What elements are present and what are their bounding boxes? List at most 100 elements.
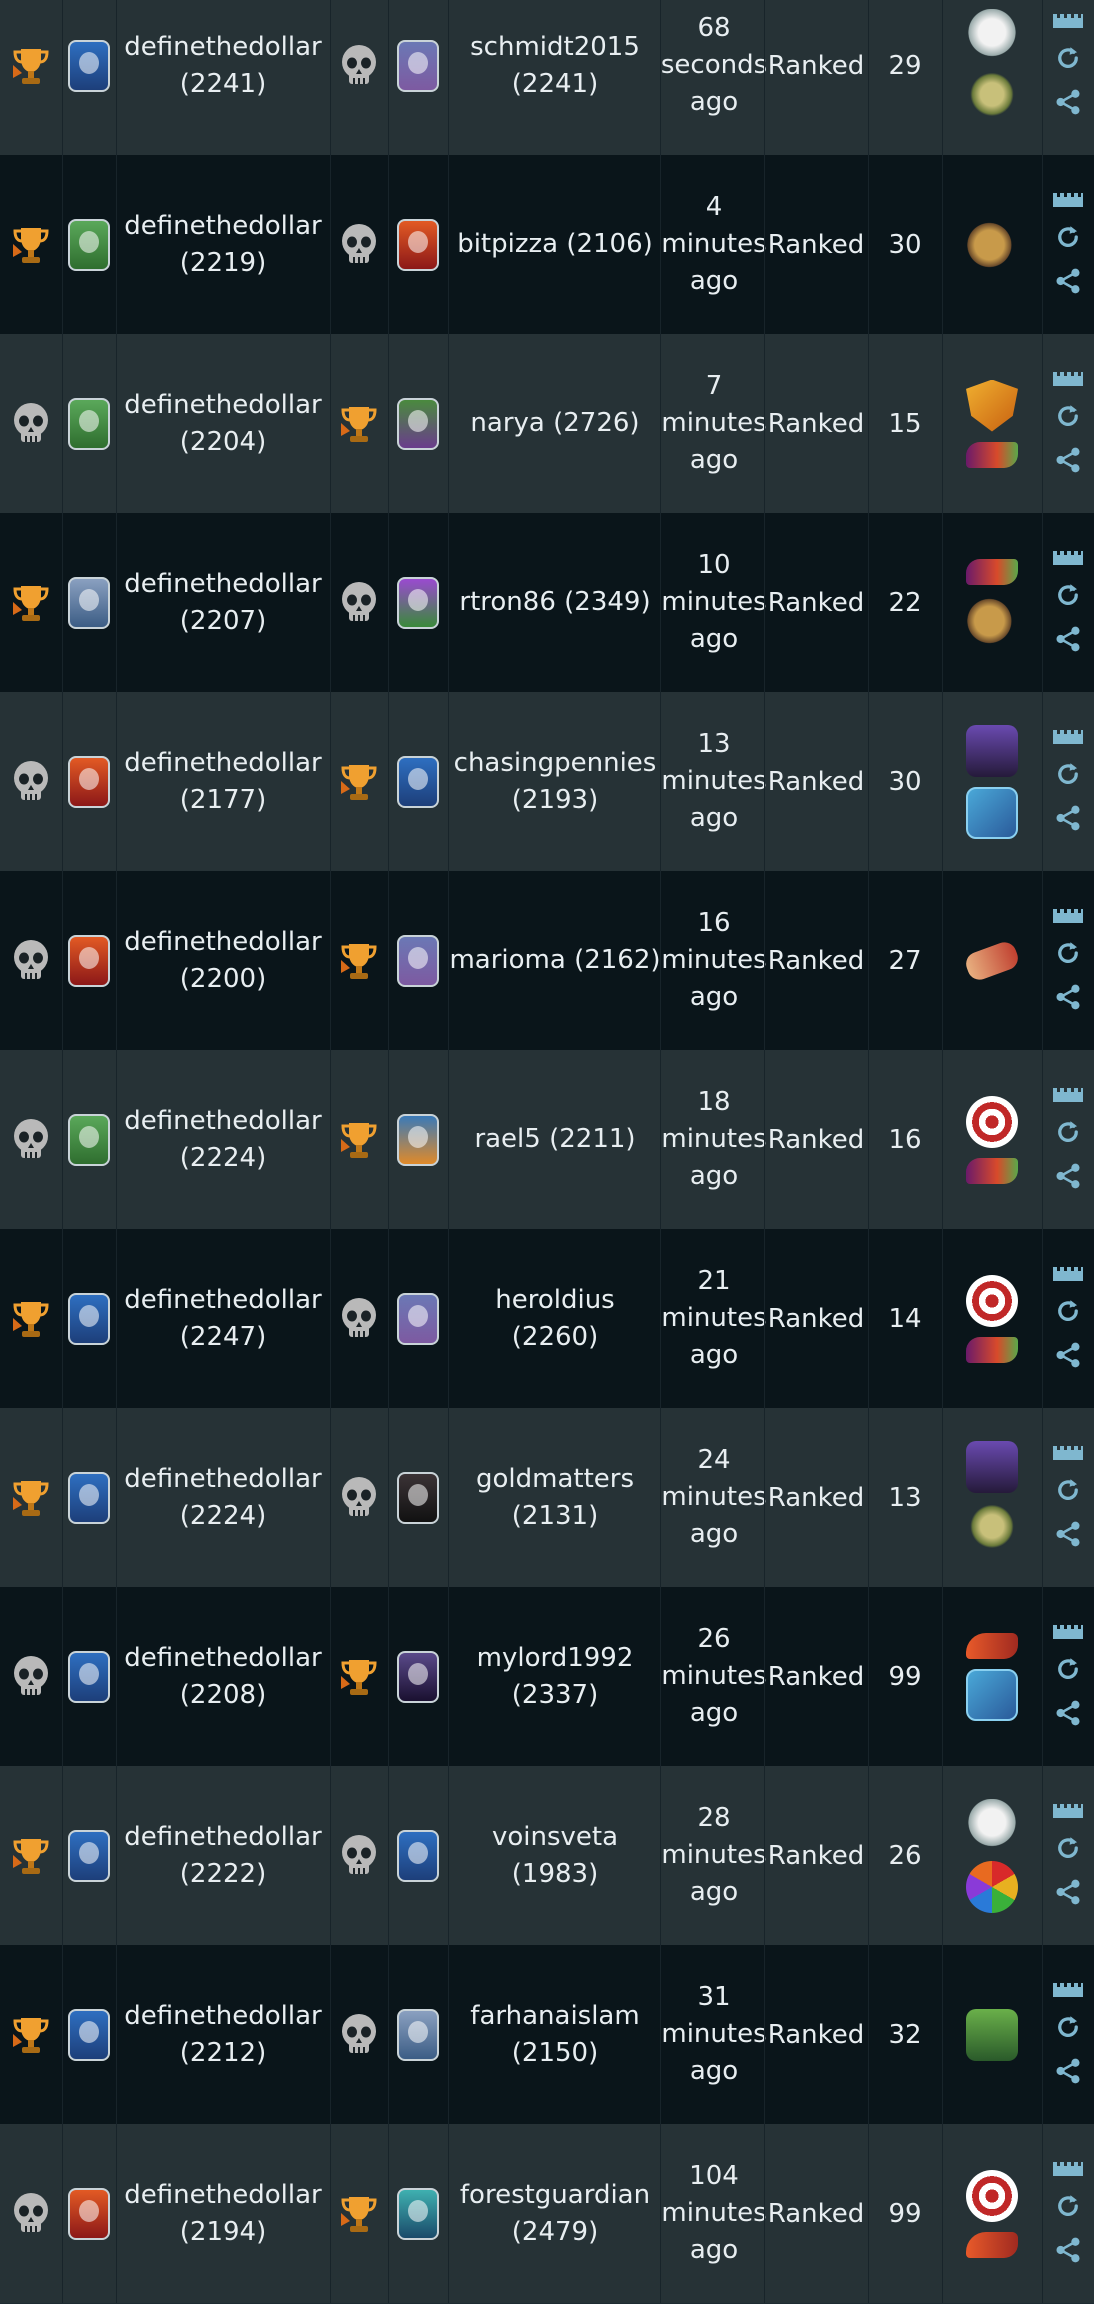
player1-name-text[interactable]: definethedollar (2200): [116, 924, 330, 998]
player2-name[interactable]: rael5 (2211): [448, 1050, 662, 1229]
shoe-icon[interactable]: [966, 2231, 1018, 2258]
replay-icon[interactable]: [1051, 581, 1085, 613]
hood-icon[interactable]: [966, 1440, 1018, 1493]
snail-icon[interactable]: [966, 558, 1018, 585]
player1-avatar[interactable]: [62, 1587, 116, 1766]
player1-name-text[interactable]: definethedollar (2224): [116, 1103, 330, 1177]
castle-icon[interactable]: [1051, 1265, 1085, 1285]
wizard-avatar[interactable]: [397, 1829, 439, 1882]
player2-avatar[interactable]: [388, 2124, 448, 2303]
player2-avatar[interactable]: [388, 692, 448, 871]
crit-avatar[interactable]: [397, 576, 439, 629]
share-icon[interactable]: [1051, 88, 1085, 120]
castle-icon[interactable]: [1051, 1623, 1085, 1643]
player2-avatar[interactable]: [388, 334, 448, 513]
player1-name-text[interactable]: definethedollar (2177): [116, 745, 330, 819]
player2-name-text[interactable]: forestguardian (2479): [448, 2177, 662, 2251]
snail-icon[interactable]: [966, 1336, 1018, 1363]
battle-row[interactable]: definethedollar (2177) chasingpennies (21…: [0, 692, 1094, 872]
player2-avatar[interactable]: [388, 1945, 448, 2124]
player2-name-text[interactable]: bitpizza (2106): [457, 226, 653, 263]
player1-name[interactable]: definethedollar (2219): [116, 155, 330, 334]
player1-avatar[interactable]: [62, 1408, 116, 1587]
castle-icon[interactable]: [1051, 1086, 1085, 1106]
player2-name[interactable]: bitpizza (2106): [448, 155, 662, 334]
share-icon[interactable]: [1051, 804, 1085, 836]
goblin-avatar[interactable]: [397, 397, 439, 450]
dragon-avatar[interactable]: [68, 2187, 110, 2240]
player1-avatar[interactable]: [62, 0, 116, 155]
castle-icon[interactable]: [1051, 2160, 1085, 2180]
castle-icon[interactable]: [1051, 1444, 1085, 1464]
dark-avatar[interactable]: [397, 1471, 439, 1524]
player2-name[interactable]: rtron86 (2349): [448, 513, 662, 692]
cards-icon[interactable]: [966, 786, 1018, 839]
player2-name-text[interactable]: goldmatters (2131): [448, 1461, 662, 1535]
wizard-avatar[interactable]: [68, 1292, 110, 1345]
player2-name[interactable]: heroldius (2260): [448, 1229, 662, 1408]
player2-name-text[interactable]: rtron86 (2349): [459, 584, 650, 621]
battle-row[interactable]: definethedollar (2200) marioma (2162) 16 mi…: [0, 871, 1094, 1051]
orc-icon[interactable]: [966, 2008, 1018, 2061]
replay-icon[interactable]: [1051, 44, 1085, 76]
replay-icon[interactable]: [1051, 1655, 1085, 1687]
player2-avatar[interactable]: [388, 1766, 448, 1945]
player2-avatar[interactable]: [388, 513, 448, 692]
player1-avatar[interactable]: [62, 334, 116, 513]
water-avatar[interactable]: [397, 2187, 439, 2240]
replay-icon[interactable]: [1051, 1118, 1085, 1150]
castle-icon[interactable]: [1051, 370, 1085, 390]
player1-avatar[interactable]: [62, 2124, 116, 2303]
player1-name[interactable]: definethedollar (2200): [116, 871, 330, 1050]
shoe-icon[interactable]: [966, 1632, 1018, 1659]
player2-name-text[interactable]: narya (2726): [470, 405, 639, 442]
dragon-avatar[interactable]: [68, 934, 110, 987]
player2-avatar[interactable]: [388, 1050, 448, 1229]
player2-name-text[interactable]: schmidt2015 (2241): [448, 29, 662, 103]
player1-name-text[interactable]: definethedollar (2207): [116, 566, 330, 640]
player1-name-text[interactable]: definethedollar (2208): [116, 1640, 330, 1714]
battle-row[interactable]: definethedollar (2224) goldmatters (2131)…: [0, 1408, 1094, 1588]
goblin-icon[interactable]: [966, 70, 1018, 123]
snail-icon[interactable]: [966, 441, 1018, 468]
knight-avatar[interactable]: [397, 39, 439, 92]
player2-name[interactable]: forestguardian (2479): [448, 2124, 662, 2303]
share-icon[interactable]: [1051, 1878, 1085, 1910]
battle-row[interactable]: definethedollar (2208) mylord1992 (2337) 2…: [0, 1587, 1094, 1767]
replay-icon[interactable]: [1051, 939, 1085, 971]
golem-avatar[interactable]: [397, 1113, 439, 1166]
share-icon[interactable]: [1051, 267, 1085, 299]
player2-avatar[interactable]: [388, 871, 448, 1050]
drum-icon[interactable]: [966, 594, 1018, 647]
elf-avatar[interactable]: [68, 397, 110, 450]
player1-name-text[interactable]: definethedollar (2247): [116, 1282, 330, 1356]
battle-row[interactable]: definethedollar (2219) bitpizza (2106) 4 mi…: [0, 155, 1094, 335]
knight-avatar[interactable]: [397, 1292, 439, 1345]
player1-name[interactable]: definethedollar (2224): [116, 1408, 330, 1587]
castle-icon[interactable]: [1051, 549, 1085, 569]
wizard-avatar[interactable]: [68, 1829, 110, 1882]
share-icon[interactable]: [1051, 1520, 1085, 1552]
elf-avatar[interactable]: [68, 218, 110, 271]
battle-row[interactable]: definethedollar (2204) narya (2726) 7 minut…: [0, 334, 1094, 514]
battle-row[interactable]: definethedollar (2207) rtron86 (2349) 10 mi…: [0, 513, 1094, 693]
player2-avatar[interactable]: [388, 1229, 448, 1408]
player2-name[interactable]: marioma (2162): [448, 871, 662, 1050]
replay-icon[interactable]: [1051, 402, 1085, 434]
player1-avatar[interactable]: [62, 1766, 116, 1945]
target-icon[interactable]: [966, 1095, 1018, 1148]
cards-icon[interactable]: [966, 1668, 1018, 1721]
dragon-avatar[interactable]: [397, 218, 439, 271]
cloud-icon[interactable]: [966, 8, 1018, 61]
player1-name-text[interactable]: definethedollar (2194): [116, 2177, 330, 2251]
player2-name-text[interactable]: rael5 (2211): [474, 1121, 635, 1158]
player2-avatar[interactable]: [388, 1587, 448, 1766]
castle-icon[interactable]: [1051, 12, 1085, 32]
player2-name-text[interactable]: mylord1992 (2337): [448, 1640, 662, 1714]
wizard-avatar[interactable]: [397, 755, 439, 808]
player2-name-text[interactable]: voinsveta (1983): [448, 1819, 662, 1893]
replay-icon[interactable]: [1051, 1476, 1085, 1508]
castle-icon[interactable]: [1051, 728, 1085, 748]
player1-name[interactable]: definethedollar (2212): [116, 1945, 330, 2124]
replay-icon[interactable]: [1051, 760, 1085, 792]
